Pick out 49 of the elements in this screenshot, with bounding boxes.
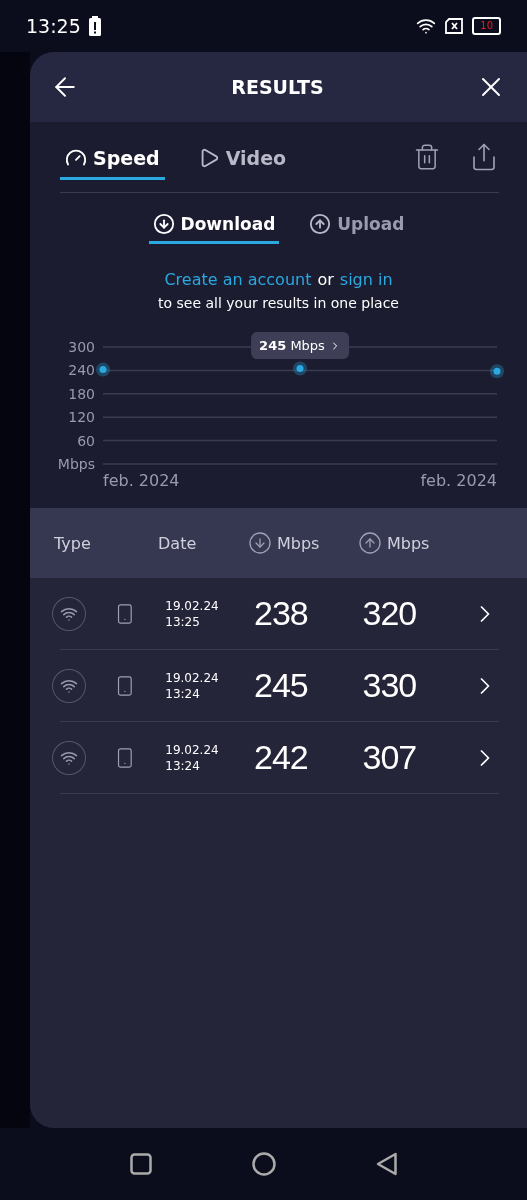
prompt-joiner: or [317, 270, 334, 289]
axis-label: feb. 2024 [420, 471, 497, 490]
date-cell-text: 19.02.24 13:24 [165, 669, 220, 702]
home-icon[interactable] [251, 1152, 276, 1176]
tab[interactable]: Speed [60, 134, 165, 180]
sign-in-link[interactable]: sign in [339, 270, 393, 289]
column-label: Date [158, 533, 197, 553]
date-cell-text: 19.02.24 13:25 [165, 597, 220, 630]
battery-alert-icon [88, 16, 101, 36]
download-value: 242 [254, 738, 309, 777]
data-point [96, 362, 110, 377]
direction-tab[interactable]: Download [148, 209, 280, 244]
axis-label: Mbps [57, 456, 95, 472]
axis-label: 120 [68, 409, 95, 426]
data-point [293, 361, 307, 376]
download-value: 245 [254, 666, 309, 705]
status-time: 13:25 [26, 15, 81, 37]
column-label: Type [54, 533, 91, 553]
upload-value: 307 [362, 738, 418, 777]
create-account-link[interactable]: Create an account [164, 270, 312, 289]
screen-title: RESULTS [231, 76, 324, 98]
prompt-text: to see all your results in one place [158, 295, 399, 311]
date-cell-text: 19.02.24 13:24 [165, 741, 220, 774]
axis-label: 180 [68, 385, 95, 402]
direction-tab[interactable]: Upload [305, 209, 409, 244]
upload-icon [358, 531, 382, 555]
battery-level: 10 [472, 17, 501, 35]
value-tooltip[interactable]: 245 Mbps [251, 332, 349, 359]
axis-label: 60 [77, 432, 95, 449]
no-sim-icon [444, 18, 465, 34]
delete-button[interactable] [413, 143, 441, 171]
download-value: 238 [254, 594, 309, 633]
recents-icon[interactable] [129, 1153, 152, 1175]
axis-label: feb. 2024 [103, 471, 180, 490]
annotation: 245 Mbps [259, 338, 325, 353]
axis-label: 240 [68, 362, 95, 379]
wifi-icon [416, 16, 437, 36]
column-label: Mbps [277, 533, 320, 553]
upload-icon [309, 213, 332, 235]
upload-value: 320 [362, 594, 418, 633]
data-point [490, 364, 504, 379]
axis-label: 300 [68, 339, 95, 355]
trash-icon [413, 143, 441, 171]
download-icon [152, 213, 175, 235]
back-icon[interactable] [375, 1152, 398, 1176]
download-icon [248, 531, 272, 555]
tab[interactable]: Video [192, 134, 292, 180]
column-label: Mbps [387, 533, 430, 553]
upload-value: 330 [362, 666, 418, 705]
